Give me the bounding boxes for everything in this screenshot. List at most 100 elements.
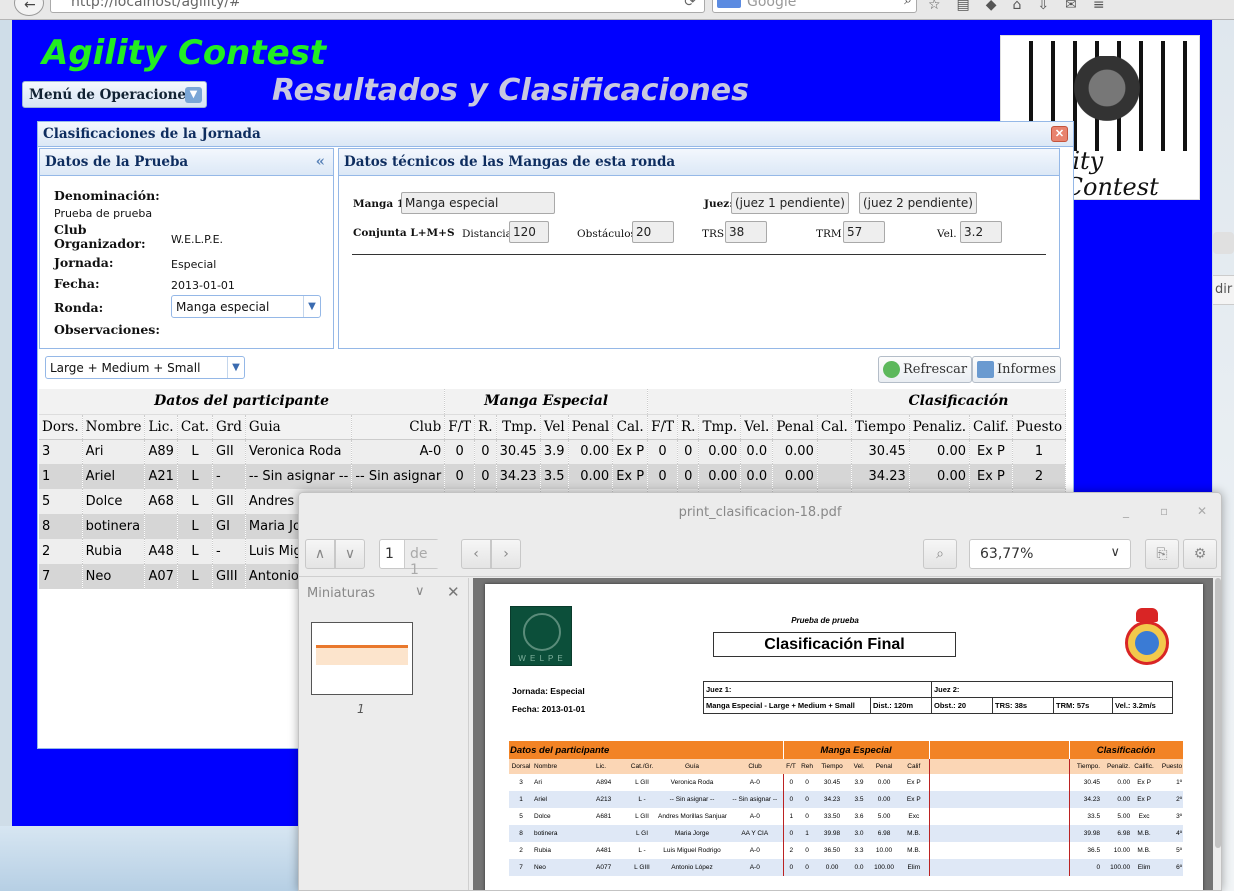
column-header[interactable]: Cal. [612,414,649,440]
trm-field[interactable]: 57 [843,221,885,243]
doc-table-cell: 0 [782,859,800,876]
table-row[interactable]: 1 Ariel A21 L - -- Sin asignar -- -- Sin asign… [39,464,1067,489]
column-header[interactable]: Penaliz. [909,414,971,440]
table-cell: 8 [39,514,83,539]
doc-table-cell: Elim [1131,859,1158,876]
doc-table-row: 1 Ariel A213 L - -- Sin asignar -- -- Sin asi… [509,791,1184,808]
doc-table-cell: Luis Miguel Rodrigo [657,842,727,859]
juez1-field[interactable]: (juez 1 pendiente) [731,192,849,214]
table-cell: L [177,439,214,464]
refresh-button[interactable]: Refrescar [878,356,973,383]
save-document-button[interactable]: ⎘ [1145,539,1179,569]
operations-menu-button[interactable]: Menú de Operaciones ▼ [22,81,207,108]
desktop-app-icon[interactable] [1213,232,1234,254]
back-history-button[interactable]: ‹ [461,539,491,569]
doc-table-cell: Ex P [1131,774,1158,791]
doc-table-cell: A077 [595,859,627,876]
mangas-tech-box: Datos técnicos de las Mangas de esta ron… [338,148,1060,349]
column-header[interactable]: Penal [568,414,614,440]
table-cell: 0 [677,464,700,489]
ronda-selected-value: Manga especial [176,300,270,314]
column-header[interactable]: F/T [444,414,476,440]
column-header[interactable]: Puesto [1012,414,1067,440]
separator-line [352,254,1046,255]
column-header[interactable]: Nombre [82,414,146,440]
settings-button[interactable]: ⚙ [1183,539,1217,569]
zoom-select[interactable]: 63,77% ∨ [969,539,1131,569]
doc-table-cell: 0.0 [849,859,870,876]
column-header[interactable]: Dors. [39,414,83,440]
column-header[interactable]: Tmp. [496,414,541,440]
doc-table-row: 3 Ari A894 L GII Veronica Roda A-0 0 0 30.45 3.9 0… [509,774,1184,791]
juez2-field[interactable]: (juez 2 pendiente) [859,192,977,214]
vel-field[interactable]: 3.2 [960,221,1002,243]
doc-table-cell [928,808,1070,825]
column-header[interactable]: Penal [772,414,818,440]
manga-field[interactable]: Manga especial [401,192,555,214]
category-select[interactable]: Large + Medium + Small ▼ [45,356,245,379]
column-header[interactable]: Club [351,414,446,440]
doc-table-cell: A481 [595,842,627,859]
prev-page-button[interactable]: ∧ [305,539,335,569]
column-header[interactable]: Cal. [817,414,852,440]
column-header[interactable]: Guia [245,414,353,440]
search-bar[interactable]: Google ⌕ [712,0,917,13]
reload-icon[interactable]: ⟳ [684,0,696,9]
column-header[interactable]: R. [474,414,497,440]
column-header[interactable]: Tiempo [851,414,910,440]
column-header[interactable]: Grd [212,414,246,440]
next-page-button[interactable]: ∨ [335,539,365,569]
printer-icon [977,361,994,378]
url-bar[interactable]: http://localhost/agility/# ⟳ [50,0,705,13]
table-cell: GI [212,514,246,539]
column-header[interactable]: F/T [647,414,678,440]
forward-history-button[interactable]: › [491,539,521,569]
collapse-icon[interactable]: « [316,152,325,170]
table-cell: L [177,514,214,539]
column-header[interactable]: Cat. [177,414,214,440]
reports-button[interactable]: Informes [972,356,1062,383]
doc-table-cell: 100.00 [1101,859,1132,876]
close-icon[interactable]: ✕ [1197,504,1207,518]
obstaculos-field[interactable]: 20 [632,221,674,243]
distancia-field[interactable]: 120 [509,221,549,243]
doc-table-cell [928,774,1070,791]
doc-table-cell: 100.00 [869,859,900,876]
doc-table-cell: 3 [509,774,533,791]
table-cell: -- Sin asignar [351,464,446,489]
page-thumbnail[interactable] [311,622,413,695]
column-header[interactable]: Tmp. [698,414,742,440]
pdf-viewer-window: print_clasificacion-18.pdf _ ▫ ✕ ∧ ∨ 1 d… [298,492,1222,891]
doc-table-cell: 0.00 [1101,791,1132,808]
find-button[interactable]: ⌕ [923,539,957,569]
back-button[interactable]: ← [14,0,44,16]
pdf-scrollbar[interactable] [1213,578,1221,890]
mangas-tech-header: Datos técnicos de las Mangas de esta ron… [339,149,1059,176]
doc-table-cell: 34.23 [1068,791,1102,808]
search-icon[interactable]: ⌕ [904,0,912,7]
column-header[interactable]: Calif. [969,414,1013,440]
browser-toolbar-icons[interactable]: ☆▤◆⌂⇩✉≡ [928,0,1121,13]
table-cell: GIII [212,564,246,589]
doc-table-cell: Maria Jorge [657,825,727,842]
minimize-icon[interactable]: _ [1123,504,1129,518]
doc-table-cell: Ex P [899,791,930,808]
scrollbar-thumb[interactable] [1215,578,1221,848]
ronda-select[interactable]: Manga especial ▼ [171,295,321,318]
column-header[interactable]: Vel. [740,414,774,440]
close-button[interactable]: ✕ [1051,126,1068,142]
table-row[interactable]: 3 Ari A89 L GII Veronica Roda A-0 0 0 30.45 3.9 0.0… [39,439,1067,464]
thumbnails-sidebar: Miniaturas ∨ ✕ 1 [299,578,469,890]
chevron-down-icon[interactable]: ∨ [415,584,425,599]
column-header[interactable]: Lic. [144,414,178,440]
trs-field[interactable]: 38 [725,221,767,243]
close-sidebar-icon[interactable]: ✕ [447,583,460,601]
column-header[interactable]: R. [677,414,700,440]
doc-table-cell: Ex P [1131,791,1158,808]
browser-toolbar: ← http://localhost/agility/# ⟳ Google ⌕ … [0,0,1234,20]
page-number-input[interactable]: 1 de 1 [379,539,439,578]
doc-table-cell: 3.6 [849,808,870,825]
maximize-icon[interactable]: ▫ [1160,504,1168,518]
column-header[interactable]: Vel [540,414,569,440]
doc-table-cell: 36.5 [1068,842,1102,859]
